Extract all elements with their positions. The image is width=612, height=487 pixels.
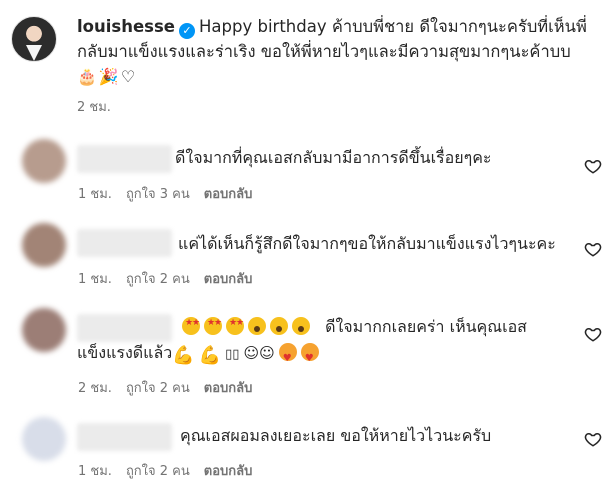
missing-glyph-boxes: ▯▯ <box>225 347 240 362</box>
comment-likes[interactable]: ถูกใจ 2 คน <box>126 381 190 396</box>
heart-outline-icon[interactable] <box>584 157 602 175</box>
commenter-username-blurred[interactable] <box>77 229 172 257</box>
comment-text: ดีใจมากที่คุณเอสกลับมามีอาการดีขึ้นเรื่อ… <box>175 148 492 167</box>
author-avatar[interactable] <box>11 16 57 62</box>
reply-button[interactable]: ตอบกลับ <box>204 381 253 396</box>
comment-text-line2: แข็งแรงดีแล้ว💪 💪 ▯▯ ☺☺ <box>77 340 323 372</box>
heart-outline-icon[interactable] <box>584 240 602 258</box>
post-caption: louishesse ✓ Happy birthday ค้าบบพี่ชาย ดี… <box>77 14 597 89</box>
flexed-biceps-emoji-icon: 💪 <box>172 345 195 366</box>
comment-time[interactable]: 1 ชม. <box>78 187 112 202</box>
comment-meta: 1 ชม. ถูกใจ 3 คน ตอบกลับ <box>78 183 266 204</box>
comment-item: ดีใจมากกเลยคร่า เห็นคุณเอส แข็งแรงดีแล้ว… <box>0 300 612 405</box>
comment-meta: 1 ชม. ถูกใจ 2 คน ตอบกลับ <box>78 460 266 481</box>
author-username[interactable]: louishesse <box>77 17 175 36</box>
comment-meta: 2 ชม. ถูกใจ 2 คน ตอบกลับ <box>78 377 266 398</box>
post-caption-block: louishesse ✓ Happy birthday ค้าบบพี่ชาย ดี… <box>0 0 612 135</box>
commenter-avatar[interactable] <box>22 139 66 183</box>
comment-likes[interactable]: ถูกใจ 2 คน <box>126 272 190 287</box>
comment-meta: 1 ชม. ถูกใจ 2 คน ตอบกลับ <box>78 268 266 289</box>
flexed-biceps-emoji-icon: 💪 <box>198 345 222 366</box>
comment-time[interactable]: 2 ชม. <box>78 381 112 396</box>
smiling-face-icons: ☺☺ <box>243 344 275 362</box>
smiling-hearts-emoji-icon <box>300 343 319 372</box>
star-struck-emoji-icon <box>182 317 200 335</box>
commenter-avatar[interactable] <box>22 417 66 461</box>
comment-likes[interactable]: ถูกใจ 2 คน <box>126 464 190 479</box>
comment-text-line1: ดีใจมากกเลยคร่า เห็นคุณเอส <box>182 314 527 340</box>
heart-outline-icon[interactable] <box>584 325 602 343</box>
comment-text-part1: ดีใจมากกเลยคร่า เห็นคุณเอส <box>325 317 527 336</box>
commenter-avatar[interactable] <box>22 308 66 352</box>
heart-outline-icon[interactable] <box>584 430 602 448</box>
commenter-username-blurred[interactable] <box>77 314 172 342</box>
comment-item: แค่ได้เห็นก็รู้สึกดีใจมากๆขอให้กลับมาแข็… <box>0 215 612 300</box>
commenter-username-blurred[interactable] <box>77 145 172 173</box>
star-struck-emoji-icon <box>204 317 222 335</box>
comment-text: คุณเอสผอมลงเยอะเลย ขอให้หายไวไวนะครับ <box>180 426 492 445</box>
commenter-username-blurred[interactable] <box>77 423 172 451</box>
astonished-emoji-icon <box>248 317 266 335</box>
smiling-hearts-emoji-icon <box>278 343 297 372</box>
reply-button[interactable]: ตอบกลับ <box>204 187 253 202</box>
reply-button[interactable]: ตอบกลับ <box>204 272 253 287</box>
reply-button[interactable]: ตอบกลับ <box>204 464 253 479</box>
caption-text-line1: Happy birthday ค้าบบพี่ชาย ดีใจมากๆนะครั… <box>199 17 587 36</box>
comment-item: ดีใจมากที่คุณเอสกลับมามีอาการดีขึ้นเรื่อ… <box>0 135 612 215</box>
star-struck-emoji-icon <box>226 317 244 335</box>
comment-text-part2: แข็งแรงดีแล้ว <box>77 343 173 362</box>
astonished-emoji-icon <box>292 317 310 335</box>
comment-time[interactable]: 1 ชม. <box>78 272 112 287</box>
post-timestamp[interactable]: 2 ชม. <box>77 96 111 117</box>
verified-badge-icon: ✓ <box>179 23 195 39</box>
astonished-emoji-icon <box>270 317 288 335</box>
comment-likes[interactable]: ถูกใจ 3 คน <box>126 187 190 202</box>
comment-time[interactable]: 1 ชม. <box>78 464 112 479</box>
commenter-avatar[interactable] <box>22 223 66 267</box>
comment-item: คุณเอสผอมลงเยอะเลย ขอให้หายไวไวนะครับ 1 … <box>0 405 612 487</box>
caption-text-line2: กลับมาแข็งแรงและร่าเริง ขอให้พี่หายไวๆแล… <box>77 42 571 61</box>
comment-text: แค่ได้เห็นก็รู้สึกดีใจมากๆขอให้กลับมาแข็… <box>178 234 556 253</box>
caption-emojis: 🎂🎉♡ <box>77 67 138 86</box>
